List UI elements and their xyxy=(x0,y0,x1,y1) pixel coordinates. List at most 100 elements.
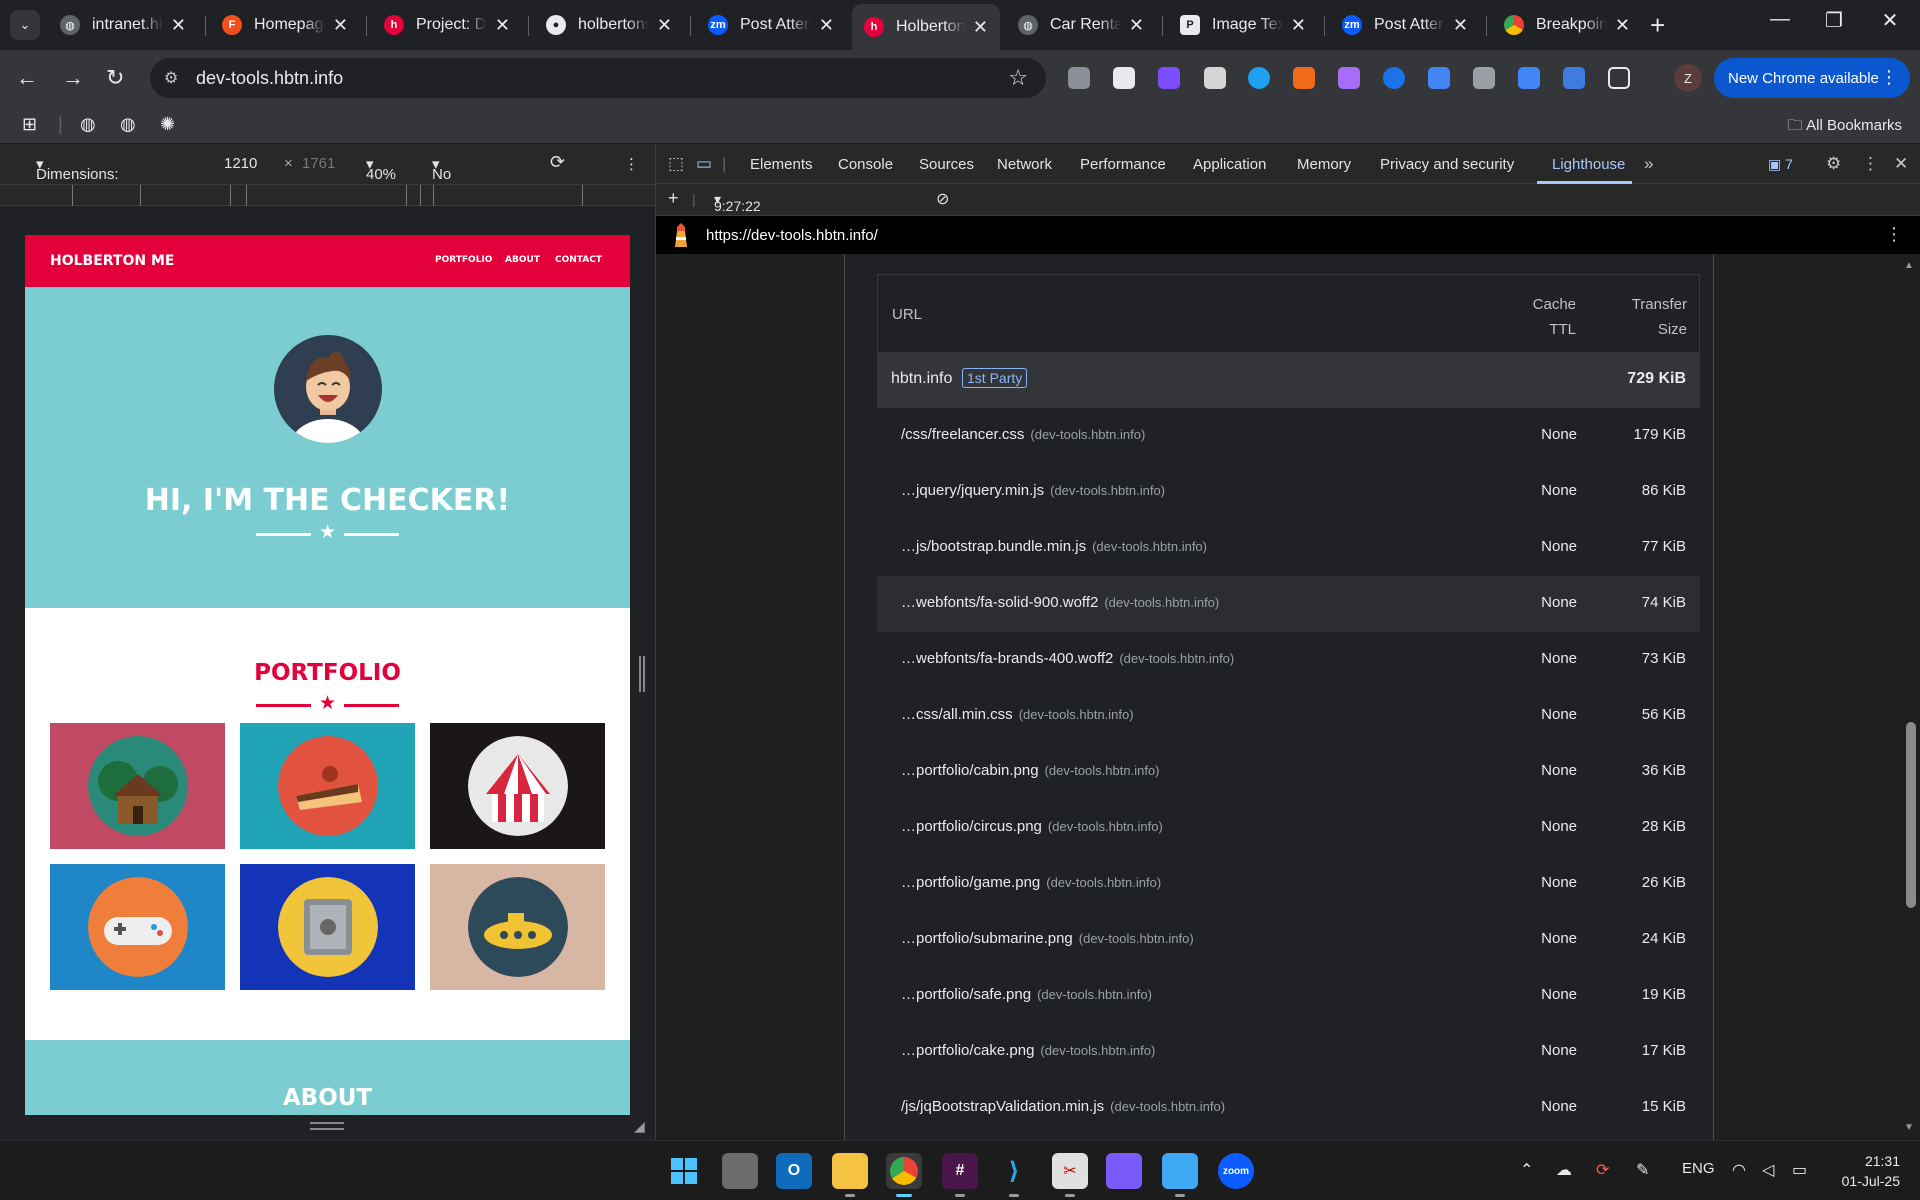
start-icon[interactable] xyxy=(666,1153,702,1189)
close-window-button[interactable]: ✕ xyxy=(1870,8,1910,33)
scrollbar-thumb[interactable] xyxy=(1906,722,1916,908)
outlook-icon[interactable]: O xyxy=(776,1153,812,1189)
clear-icon[interactable]: ⊘ xyxy=(936,189,949,209)
battery-icon[interactable]: ▭ xyxy=(1792,1160,1807,1180)
close-icon[interactable]: ✕ xyxy=(965,17,988,38)
extension-icon[interactable] xyxy=(1113,67,1135,89)
extension-icon[interactable] xyxy=(1204,67,1226,89)
slack-icon[interactable]: # xyxy=(942,1153,978,1197)
tab-project[interactable]: h Project: Dev ✕ xyxy=(372,6,522,44)
chevron-up-icon[interactable]: ⌃ xyxy=(1520,1160,1533,1180)
tab-zoom-post-attendee-2[interactable]: zm Post Attendee ✕ xyxy=(1330,6,1480,44)
apps-grid-icon[interactable]: ⊞ xyxy=(22,114,37,135)
tab-image-text[interactable]: P Image Text ✕ xyxy=(1168,6,1318,44)
zoom-icon[interactable]: zoom xyxy=(1218,1153,1254,1189)
close-icon[interactable]: ✕ xyxy=(649,15,672,36)
height-input[interactable]: 1761 xyxy=(302,155,335,172)
row-url[interactable]: …webfonts/fa-solid-900.woff2 (dev-tools.h… xyxy=(901,594,1219,611)
row-url[interactable]: …portfolio/cake.png (dev-tools.hbtn.info) xyxy=(901,1042,1155,1059)
inspect-element-icon[interactable]: ⬚ xyxy=(668,154,684,174)
nav-about[interactable]: ABOUT xyxy=(505,255,540,265)
close-icon[interactable]: ✕ xyxy=(1283,15,1306,36)
new-tab-button[interactable]: + xyxy=(1650,10,1665,41)
site-info-icon[interactable]: ⚙ xyxy=(164,68,178,88)
report-selector[interactable]: 9:27:22 PM - dev-tools.hbtn.i ▾ xyxy=(714,191,782,246)
tab-sources[interactable]: Sources xyxy=(919,156,974,173)
report-url-link[interactable]: https://dev-tools.hbtn.info/ xyxy=(706,227,878,244)
rotate-icon[interactable]: ⟳ xyxy=(550,152,565,173)
issues-badge[interactable]: ▣ 7 xyxy=(1768,156,1793,173)
pen-icon[interactable]: ✎ xyxy=(1636,1160,1649,1180)
more-icon[interactable]: ⋮ xyxy=(624,155,639,173)
extension-icon[interactable] xyxy=(1383,67,1405,89)
puzzle-icon[interactable] xyxy=(1608,67,1630,89)
tab-network[interactable]: Network xyxy=(997,156,1052,173)
extension-icon[interactable] xyxy=(1338,67,1360,89)
resize-handle-bottom[interactable] xyxy=(310,1122,344,1130)
new-chrome-available-button[interactable]: New Chrome available ⋮ xyxy=(1714,58,1910,98)
close-devtools-icon[interactable]: ✕ xyxy=(1894,154,1908,174)
tab-intranet[interactable]: ◍ intranet.hbtn.io ✕ xyxy=(48,6,198,44)
row-url[interactable]: …portfolio/submarine.png (dev-tools.hbtn.… xyxy=(901,930,1194,947)
drive-icon[interactable] xyxy=(1563,67,1585,89)
extension-icon[interactable] xyxy=(1428,67,1450,89)
vscode-icon[interactable]: ⟩ xyxy=(996,1153,1032,1197)
cloud-offline-icon[interactable]: ☁ xyxy=(1556,1160,1572,1180)
tab-breakpoint[interactable]: Breakpoint ✕ xyxy=(1492,6,1642,44)
camera-icon[interactable] xyxy=(1473,67,1495,89)
tab-github[interactable]: ● holbertonschool ✕ xyxy=(534,6,684,44)
more-icon[interactable]: ⋮ xyxy=(1880,67,1898,88)
portfolio-item-cabin[interactable] xyxy=(50,723,225,849)
all-bookmarks-button[interactable]: 🗀 All Bookmarks xyxy=(1788,115,1902,140)
globe-icon[interactable]: ◍ xyxy=(120,114,136,135)
settings-gear-icon[interactable]: ⚙ xyxy=(1826,154,1841,174)
portfolio-item-cake[interactable] xyxy=(240,723,415,849)
address-bar[interactable]: ⚙ dev-tools.hbtn.info ☆ xyxy=(150,58,1046,98)
tab-search-button[interactable]: ⌄ xyxy=(10,10,40,40)
tab-holberton-active[interactable]: h Holberton ✕ xyxy=(852,4,1000,50)
row-url[interactable]: …jquery/jquery.min.js (dev-tools.hbtn.inf… xyxy=(901,482,1165,499)
extension-icon[interactable] xyxy=(1158,67,1180,89)
close-icon[interactable]: ✕ xyxy=(487,15,510,36)
volume-icon[interactable]: ◁ xyxy=(1762,1160,1774,1180)
portfolio-item-safe[interactable] xyxy=(240,864,415,990)
tab-privacy-security[interactable]: Privacy and security xyxy=(1380,156,1514,173)
row-url[interactable]: …css/all.min.css (dev-tools.hbtn.info) xyxy=(901,706,1134,723)
minimize-button[interactable]: — xyxy=(1760,8,1800,31)
dimensions-select[interactable]: Dimensions: Responsive ▾ xyxy=(36,155,119,200)
tab-homepage[interactable]: F Homepage ✕ xyxy=(210,6,360,44)
row-url[interactable]: …portfolio/cabin.png (dev-tools.hbtn.info… xyxy=(901,762,1160,779)
row-url[interactable]: …portfolio/safe.png (dev-tools.hbtn.info) xyxy=(901,986,1152,1003)
openai-icon[interactable]: ✺ xyxy=(160,114,175,135)
close-icon[interactable]: ✕ xyxy=(163,15,186,36)
more-tabs-icon[interactable]: » xyxy=(1644,154,1653,174)
tab-lighthouse[interactable]: Lighthouse xyxy=(1552,156,1625,173)
device-toggle-icon[interactable]: ▭ xyxy=(696,154,712,174)
tab-zoom-post-attendee[interactable]: zm Post Attendee ✕ xyxy=(696,6,846,44)
close-icon[interactable]: ✕ xyxy=(1607,15,1630,36)
extension-icon[interactable] xyxy=(1293,67,1315,89)
tab-car-rental[interactable]: ◍ Car Rental ✕ xyxy=(1006,6,1156,44)
chrome-icon[interactable] xyxy=(886,1153,922,1197)
wifi-icon[interactable]: ◠ xyxy=(1732,1160,1746,1180)
address-url[interactable]: dev-tools.hbtn.info xyxy=(196,68,343,89)
clipchamp-icon[interactable] xyxy=(1106,1153,1142,1189)
language-indicator[interactable]: ENG xyxy=(1682,1160,1715,1177)
resize-corner-icon[interactable]: ◢ xyxy=(634,1118,645,1135)
tab-memory[interactable]: Memory xyxy=(1297,156,1351,173)
back-icon[interactable]: ← xyxy=(16,65,38,91)
more-icon[interactable]: ⋮ xyxy=(1885,224,1903,245)
extension-icon[interactable] xyxy=(1068,67,1090,89)
new-report-icon[interactable]: + xyxy=(668,188,679,209)
globe-icon[interactable]: ◍ xyxy=(80,114,96,135)
row-url[interactable]: …portfolio/circus.png (dev-tools.hbtn.inf… xyxy=(901,818,1163,835)
tab-elements[interactable]: Elements xyxy=(750,156,813,173)
scroll-up-icon[interactable]: ▲ xyxy=(1904,260,1914,271)
resize-handle-right[interactable] xyxy=(639,656,645,692)
tab-performance[interactable]: Performance xyxy=(1080,156,1166,173)
zoom-select[interactable]: 40% ▾ xyxy=(366,155,396,183)
portfolio-item-circus[interactable] xyxy=(430,723,605,849)
close-icon[interactable]: ✕ xyxy=(1121,15,1144,36)
row-url[interactable]: …js/bootstrap.bundle.min.js (dev-tools.hb… xyxy=(901,538,1207,555)
close-icon[interactable]: ✕ xyxy=(811,15,834,36)
